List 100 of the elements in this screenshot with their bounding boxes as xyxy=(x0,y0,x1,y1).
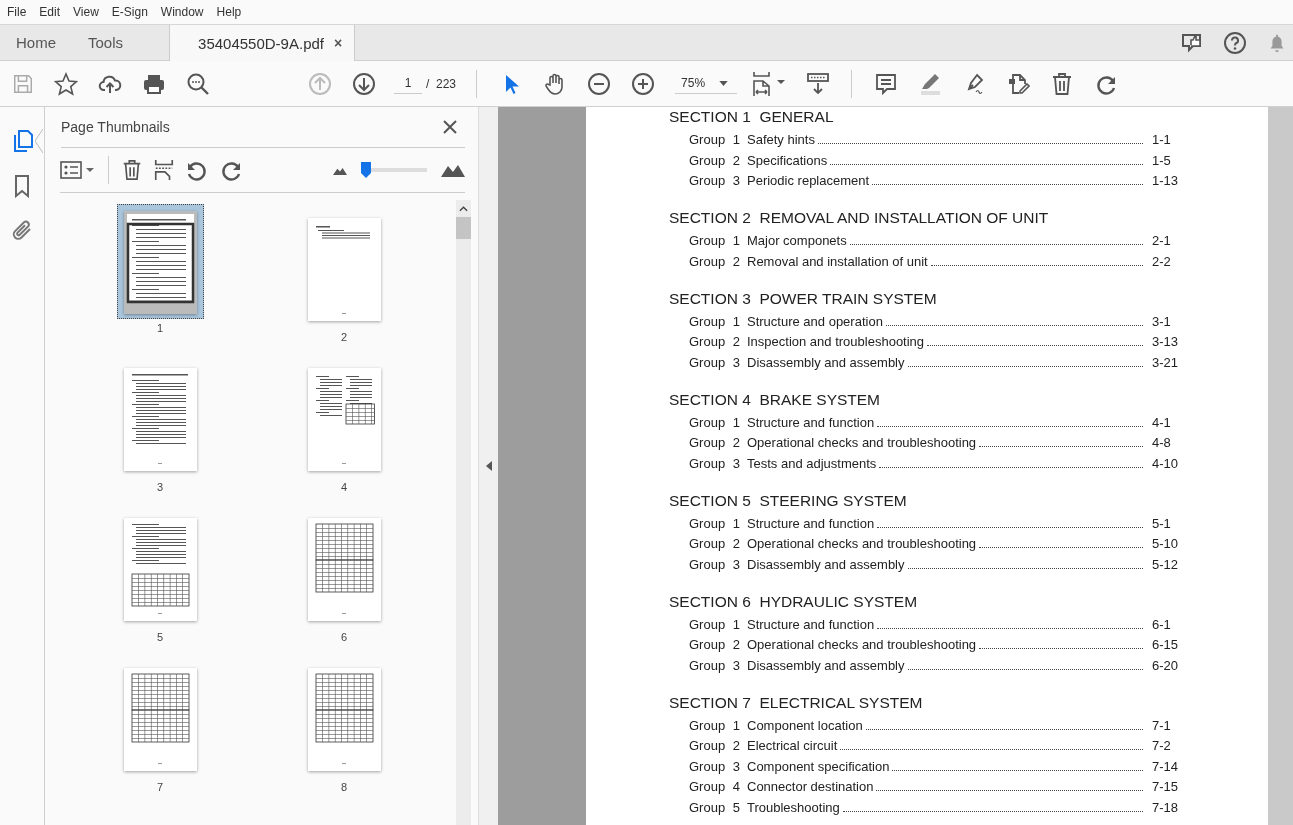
group-title: Troubleshooting xyxy=(747,799,840,815)
panel-title: Page Thumbnails xyxy=(61,119,170,135)
page-thumbnail[interactable] xyxy=(123,368,197,471)
star-icon[interactable] xyxy=(54,71,78,96)
thumbnail-size-slider[interactable] xyxy=(361,162,427,178)
page-reference: 5-10 xyxy=(1151,536,1180,551)
group-number: 2 xyxy=(731,152,740,168)
large-thumbnails-icon[interactable] xyxy=(441,163,465,177)
close-tab-button[interactable]: × xyxy=(334,35,343,51)
group-label: Group xyxy=(689,334,727,349)
page-reference: 7-14 xyxy=(1151,758,1180,774)
group-label: Group xyxy=(689,637,727,652)
small-thumbnails-icon[interactable] xyxy=(333,165,347,175)
group-title: Periodic replacement xyxy=(747,173,870,188)
group-title: Structure and function xyxy=(747,414,875,430)
page-thumbnail[interactable] xyxy=(123,668,197,771)
page-reference: 3-13 xyxy=(1151,334,1180,349)
group-label: Group xyxy=(689,173,727,188)
page-reference: 7-2 xyxy=(1151,738,1172,753)
menu-item[interactable]: Help xyxy=(216,5,242,19)
section-heading: SECTION 5 STEERING SYSTEM xyxy=(669,490,908,511)
group-number: 1 xyxy=(731,717,740,733)
zoom-out-icon[interactable] xyxy=(587,71,612,96)
page-thumbnail[interactable] xyxy=(123,211,197,314)
tab[interactable]: Tools xyxy=(72,25,170,60)
caret-icon xyxy=(719,80,729,86)
page-reference: 6-20 xyxy=(1151,657,1180,673)
group-title: Removal and installation of unit xyxy=(747,253,928,269)
scrollbar[interactable] xyxy=(456,200,471,825)
page-reference: 6-1 xyxy=(1151,616,1172,632)
page-thumbnail[interactable] xyxy=(307,218,381,321)
group-number: 3 xyxy=(731,173,740,188)
search-icon[interactable] xyxy=(186,71,210,96)
group-number: 3 xyxy=(731,354,740,370)
group-number: 2 xyxy=(731,334,740,349)
page-thumbnail[interactable] xyxy=(307,668,381,771)
scroll-thumb[interactable] xyxy=(456,217,471,239)
section-heading: SECTION 3 POWER TRAIN SYSTEM xyxy=(669,288,938,309)
edit-document-icon[interactable] xyxy=(1006,71,1031,96)
menu-item[interactable]: Window xyxy=(160,5,204,19)
menu-item[interactable]: View xyxy=(73,5,99,19)
page-number-field[interactable]: 1 xyxy=(394,73,422,94)
page-thumbnail[interactable] xyxy=(123,518,197,621)
page-thumbnail[interactable] xyxy=(307,518,381,621)
group-title: Specifications xyxy=(747,152,828,168)
menu-item[interactable]: E-Sign xyxy=(111,5,148,19)
group-title: Structure and function xyxy=(747,515,875,531)
group-title: Structure and operation xyxy=(747,313,883,329)
group-label: Group xyxy=(689,152,727,168)
page-reference: 4-10 xyxy=(1151,455,1180,471)
delete-page-icon[interactable] xyxy=(121,158,143,182)
page-number-label: 4 xyxy=(340,481,348,493)
group-label: Group xyxy=(689,536,727,551)
menu-item[interactable]: Edit xyxy=(39,5,61,19)
menu-item[interactable]: File xyxy=(7,5,27,19)
page-reference: 5-12 xyxy=(1151,556,1180,572)
collapse-panel-icon[interactable] xyxy=(485,461,492,471)
group-title: Electrical circuit xyxy=(747,738,838,753)
page-thumbnail[interactable] xyxy=(307,368,381,471)
group-label: Group xyxy=(689,253,727,269)
group-number: 5 xyxy=(731,799,740,815)
group-number: 3 xyxy=(731,455,740,471)
help-icon[interactable] xyxy=(1223,30,1247,55)
group-number: 2 xyxy=(731,435,740,450)
scrollbar[interactable] xyxy=(1268,107,1293,825)
group-number: 3 xyxy=(731,758,740,774)
group-title: Safety hints xyxy=(747,132,815,147)
zoom-dropdown[interactable]: 75% xyxy=(675,73,738,94)
group-label: Group xyxy=(689,455,727,471)
close-icon[interactable] xyxy=(443,120,457,134)
group-number: 1 xyxy=(731,313,740,329)
scroll-mode-icon[interactable] xyxy=(805,71,832,96)
group-title: Component location xyxy=(747,717,863,733)
scroll-up-icon[interactable] xyxy=(459,206,468,212)
group-label: Group xyxy=(689,313,727,329)
comment-icon[interactable] xyxy=(874,71,899,96)
page-reference: 1-1 xyxy=(1151,132,1172,147)
group-number: 2 xyxy=(731,738,740,753)
group-label: Group xyxy=(689,515,727,531)
group-number: 3 xyxy=(731,556,740,572)
group-label: Group xyxy=(689,354,727,370)
next-page-icon[interactable] xyxy=(352,71,376,96)
zoom-in-icon[interactable] xyxy=(631,71,656,96)
group-title: Structure and function xyxy=(747,616,875,632)
group-label: Group xyxy=(689,556,727,572)
highlighter-icon[interactable] xyxy=(918,71,943,96)
section-heading: SECTION 6 HYDRAULIC SYSTEM xyxy=(669,591,919,612)
group-number: 2 xyxy=(731,253,740,269)
group-label: Group xyxy=(689,657,727,673)
paperclip-icon[interactable] xyxy=(10,219,34,243)
options-menu-icon[interactable] xyxy=(60,160,96,180)
tab[interactable]: Home xyxy=(0,25,72,60)
extract-page-icon[interactable] xyxy=(153,158,175,182)
page-number-label: 5 xyxy=(156,631,164,643)
slider-thumb[interactable] xyxy=(361,162,372,178)
group-label: Group xyxy=(689,132,727,147)
page-reference: 7-15 xyxy=(1151,779,1180,794)
tab[interactable]: 35404550D-9A.pdf × xyxy=(169,25,356,61)
group-title: Operational checks and troubleshooting xyxy=(747,637,977,652)
group-title: Disassembly and assembly xyxy=(747,657,905,673)
